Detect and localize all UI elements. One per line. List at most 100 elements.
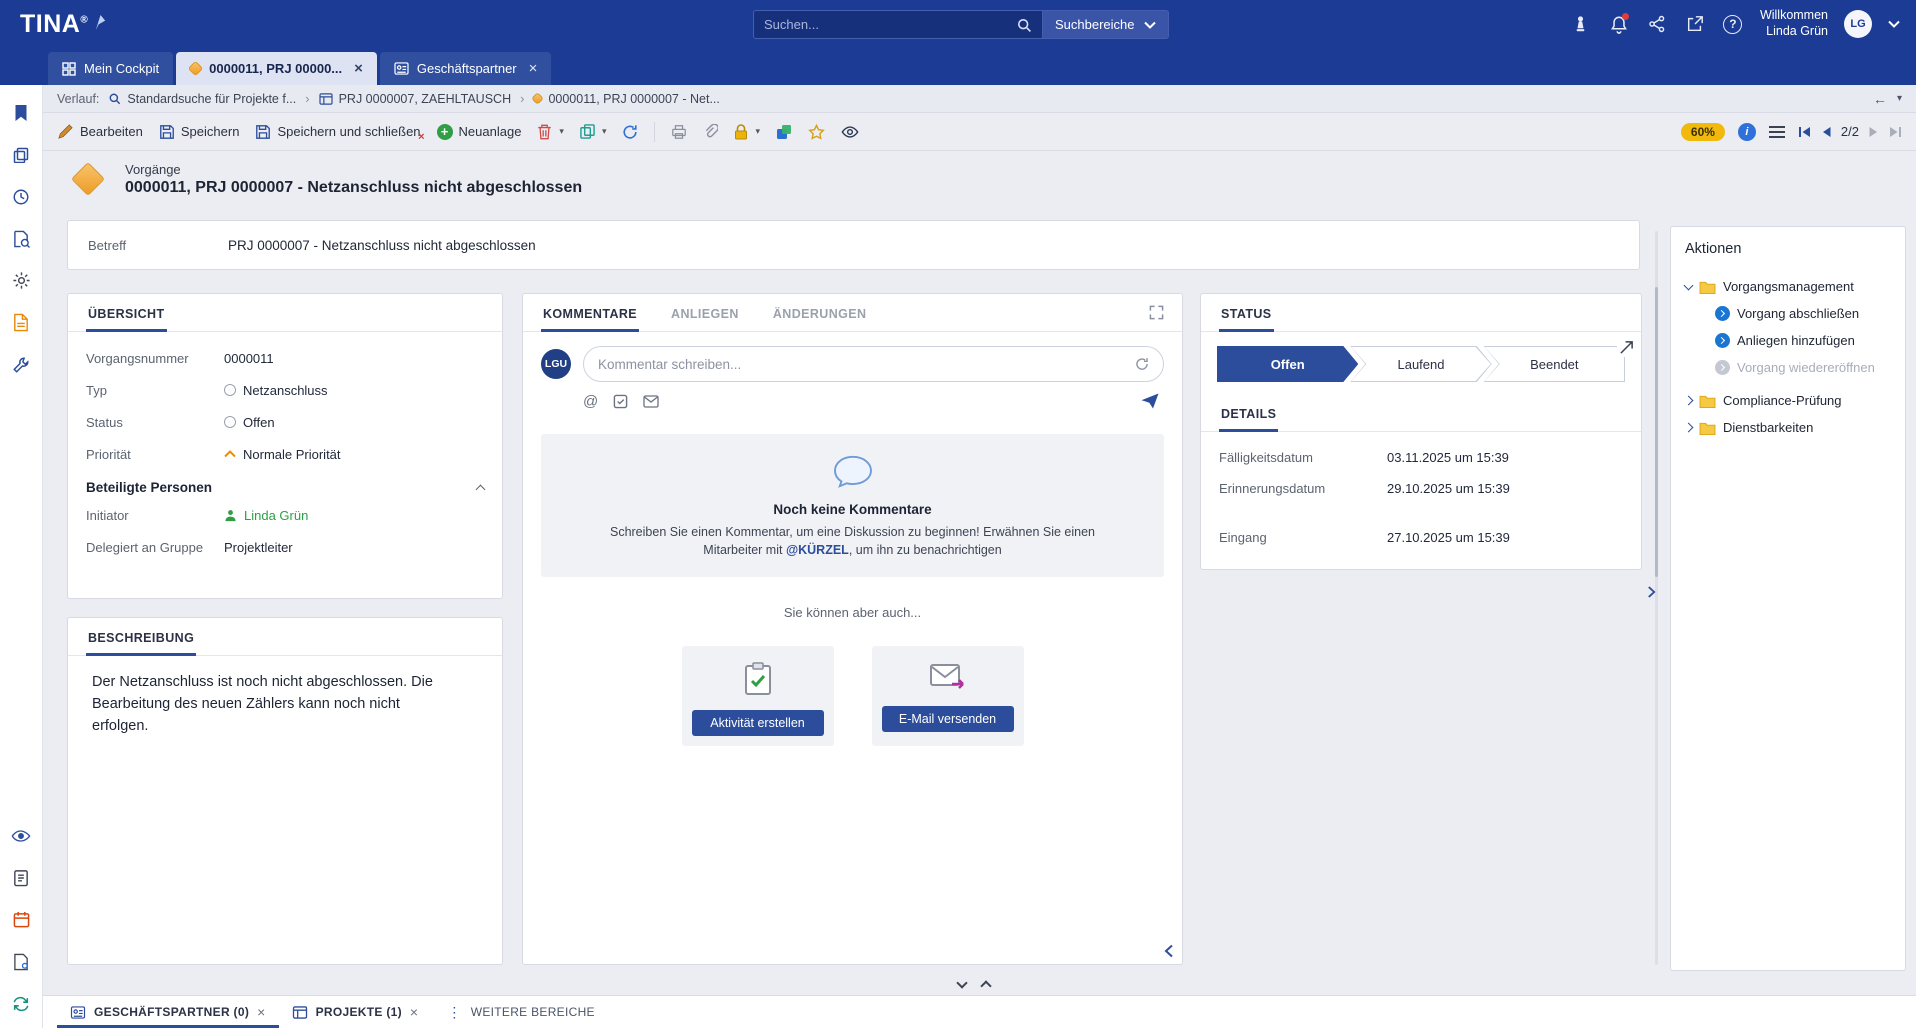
close-icon[interactable]: × xyxy=(410,1004,418,1020)
dropdown-caret-icon[interactable]: ▾ xyxy=(602,126,607,137)
first-record-icon[interactable] xyxy=(1798,126,1812,138)
close-tab-icon[interactable]: × xyxy=(354,60,363,77)
collapse-left-icon[interactable] xyxy=(1164,944,1174,958)
external-link-icon[interactable] xyxy=(1684,13,1706,35)
favorite-button[interactable] xyxy=(808,124,825,140)
send-icon[interactable] xyxy=(1140,392,1160,410)
bookmark-icon[interactable] xyxy=(11,102,32,123)
duplicate-button[interactable]: ▾ xyxy=(580,124,607,139)
comment-input-wrap[interactable] xyxy=(583,346,1164,382)
tab-beschreibung[interactable]: BESCHREIBUNG xyxy=(86,618,196,655)
next-record-icon[interactable] xyxy=(1869,126,1878,138)
document-settings-icon[interactable] xyxy=(11,951,32,972)
delete-button[interactable]: ▾ xyxy=(537,124,564,140)
settings-gear-icon[interactable] xyxy=(11,270,32,291)
collapse-down-icon[interactable] xyxy=(956,977,967,988)
expand-panel-icon[interactable] xyxy=(1647,585,1656,599)
task-icon[interactable] xyxy=(613,394,628,409)
description-text: Der Netzanschluss ist noch nicht abgesch… xyxy=(68,656,468,753)
refresh-button[interactable] xyxy=(622,124,638,140)
history-back-icon[interactable]: ← xyxy=(1873,91,1887,107)
history-item-project[interactable]: PRJ 0000007, ZAEHLTAUSCH xyxy=(319,92,512,106)
eye-star-icon[interactable] xyxy=(11,825,32,846)
notes-icon[interactable] xyxy=(11,867,32,888)
history-item-vorgang[interactable]: 0000011, PRJ 0000007 - Net... xyxy=(533,92,719,106)
help-icon[interactable]: ? xyxy=(1722,13,1744,35)
tab-mein-cockpit[interactable]: Mein Cockpit xyxy=(48,52,173,85)
calendar-icon[interactable] xyxy=(11,909,32,930)
history-dropdown-icon[interactable]: ▾ xyxy=(1897,93,1902,104)
tab-anliegen[interactable]: ANLIEGEN xyxy=(669,294,741,331)
last-record-icon[interactable] xyxy=(1888,126,1902,138)
info-icon[interactable]: i xyxy=(1738,123,1756,141)
dropdown-caret-icon[interactable]: ▾ xyxy=(559,126,564,137)
collapse-section-icon[interactable] xyxy=(476,485,486,495)
search-scope-button[interactable]: Suchbereiche xyxy=(1043,10,1169,39)
user-menu-chevron-icon[interactable] xyxy=(1888,20,1900,28)
refresh-icon[interactable] xyxy=(1135,357,1149,371)
scrollbar-thumb[interactable] xyxy=(1655,287,1658,577)
tab-vorgang[interactable]: 0000011, PRJ 00000... × xyxy=(176,52,377,85)
create-activity-button[interactable]: Aktivität erstellen xyxy=(692,710,824,736)
close-icon[interactable]: × xyxy=(257,1004,265,1020)
expand-up-icon[interactable] xyxy=(980,980,991,991)
tab-aenderungen[interactable]: ÄNDERUNGEN xyxy=(771,294,869,331)
user-avatar[interactable]: LG xyxy=(1844,10,1872,38)
sync-icon[interactable] xyxy=(11,993,32,1014)
tab-status[interactable]: STATUS xyxy=(1219,294,1274,331)
document-icon[interactable] xyxy=(11,312,32,333)
search-document-icon[interactable] xyxy=(11,228,32,249)
bottom-tab-geschaeftspartner[interactable]: GESCHÄFTSPARTNER (0) × xyxy=(57,996,279,1028)
step-laufend[interactable]: Laufend xyxy=(1350,346,1491,382)
comment-input[interactable] xyxy=(598,357,1127,372)
action-anliegen-hinzufuegen[interactable]: Anliegen hinzufügen xyxy=(1715,327,1891,354)
assistant-icon[interactable] xyxy=(1570,13,1592,35)
step-beendet[interactable]: Beendet xyxy=(1484,346,1625,382)
tab-details[interactable]: DETAILS xyxy=(1219,394,1278,431)
new-record-button[interactable]: Neuanlage xyxy=(437,124,522,140)
more-areas-button[interactable]: ⋮ WEITERE BEREICHE xyxy=(431,996,610,1028)
search-icon[interactable] xyxy=(1016,17,1032,33)
watch-button[interactable] xyxy=(841,125,859,139)
step-offen[interactable]: Offen xyxy=(1217,346,1358,382)
notifications-icon[interactable] xyxy=(1608,13,1630,35)
email-icon[interactable] xyxy=(643,395,659,408)
fullscreen-icon[interactable] xyxy=(1149,305,1164,320)
action-vorgang-abschliessen[interactable]: Vorgang abschließen xyxy=(1715,300,1891,327)
search-input[interactable] xyxy=(764,17,1016,32)
detach-icon[interactable] xyxy=(1617,338,1636,357)
copy-icon[interactable] xyxy=(11,144,32,165)
dropdown-caret-icon[interactable]: ▾ xyxy=(755,126,760,137)
tab-geschaeftspartner[interactable]: Geschäftspartner × xyxy=(380,52,551,85)
history-item-search[interactable]: Standardsuche für Projekte f... xyxy=(108,92,296,106)
search-box[interactable] xyxy=(753,10,1043,39)
history-icon[interactable] xyxy=(11,186,32,207)
tab-kommentare[interactable]: KOMMENTARE xyxy=(541,294,639,331)
save-button[interactable]: Speichern xyxy=(159,124,240,140)
action-label: Vorgang abschließen xyxy=(1737,306,1859,321)
menu-icon[interactable] xyxy=(1769,126,1785,138)
save-close-button[interactable]: × Speichern und schließen xyxy=(255,124,420,140)
field-label: Vorgangsnummer xyxy=(86,351,224,366)
previous-record-icon[interactable] xyxy=(1822,126,1831,138)
bottom-tab-projekte[interactable]: PROJEKTE (1) × xyxy=(279,996,432,1028)
attachment-button[interactable] xyxy=(703,124,718,140)
link-records-button[interactable] xyxy=(776,124,792,140)
close-tab-icon[interactable]: × xyxy=(529,60,538,77)
wrench-icon[interactable] xyxy=(11,354,32,375)
edit-button[interactable]: Bearbeiten xyxy=(57,123,143,140)
tab-uebersicht[interactable]: ÜBERSICHT xyxy=(86,294,167,331)
lock-button[interactable]: ▾ xyxy=(734,124,760,140)
share-icon[interactable] xyxy=(1646,13,1668,35)
tree-group-vorgangsmanagement[interactable]: Vorgangsmanagement xyxy=(1685,273,1891,300)
print-button[interactable] xyxy=(671,124,687,140)
mention-icon[interactable]: @ xyxy=(583,394,598,409)
initiator-link[interactable]: Linda Grün xyxy=(244,508,308,523)
logo-mark-icon xyxy=(93,12,108,33)
tree-group-dienstbarkeiten[interactable]: Dienstbarkeiten xyxy=(1685,414,1891,441)
send-email-button[interactable]: E-Mail versenden xyxy=(882,706,1014,732)
tree-group-compliance-pruefung[interactable]: Compliance-Prüfung xyxy=(1685,387,1891,414)
vorgang-icon xyxy=(532,92,545,105)
progress-badge[interactable]: 60% xyxy=(1681,123,1725,141)
mention-link[interactable]: @KÜRZEL xyxy=(786,543,849,557)
